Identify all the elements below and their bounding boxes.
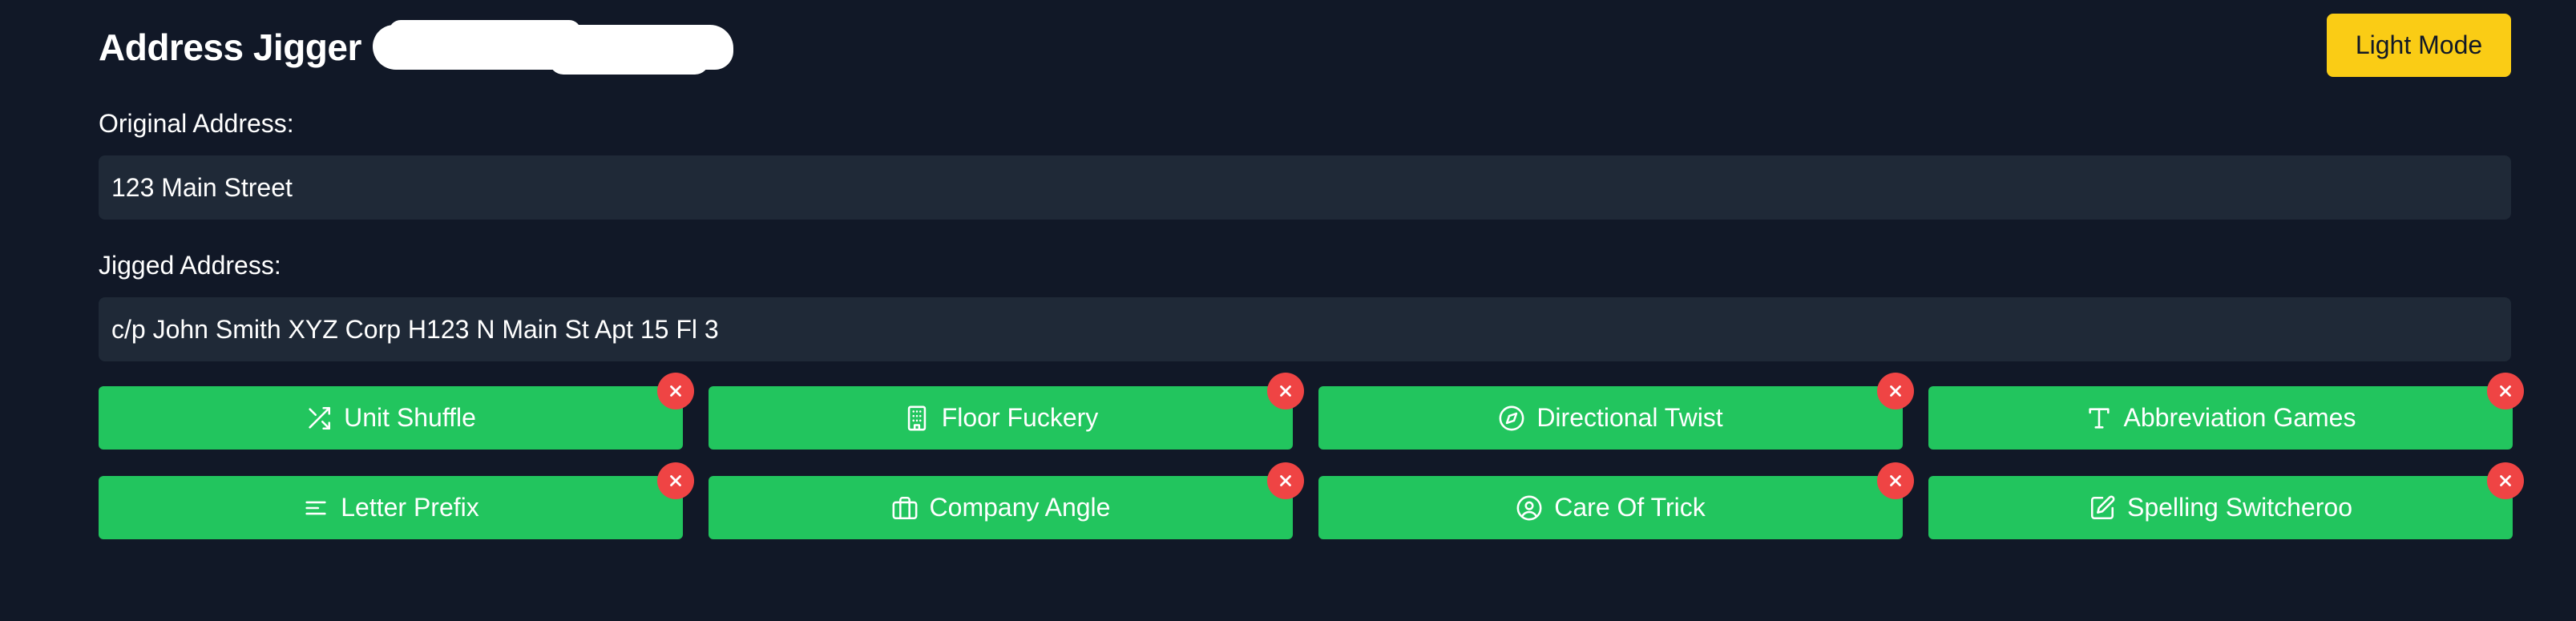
- technique-spelling-switcheroo: Spelling Switcheroo: [1928, 462, 2524, 539]
- close-icon: [2500, 475, 2511, 486]
- close-icon: [1890, 475, 1901, 486]
- technique-label: Unit Shuffle: [344, 403, 476, 432]
- original-address-input[interactable]: [99, 155, 2511, 220]
- care-of-trick-button[interactable]: Care Of Trick: [1318, 476, 1903, 539]
- remove-unit-shuffle-button[interactable]: [657, 373, 694, 409]
- technique-label: Letter Prefix: [341, 493, 479, 522]
- close-icon: [670, 385, 681, 397]
- close-icon: [1280, 475, 1291, 486]
- technique-unit-shuffle: Unit Shuffle: [99, 373, 694, 450]
- technique-label: Care Of Trick: [1554, 493, 1706, 522]
- company-angle-button[interactable]: Company Angle: [709, 476, 1293, 539]
- floor-fuckery-button[interactable]: Floor Fuckery: [709, 386, 1293, 450]
- building-icon: [903, 405, 931, 432]
- address-jigger-page: Address Jigger Light Mode Original Addre…: [0, 0, 2576, 621]
- header: Address Jigger: [99, 19, 733, 75]
- jigged-address-label: Jigged Address:: [99, 251, 281, 280]
- original-address-label: Original Address:: [99, 109, 294, 138]
- remove-directional-twist-button[interactable]: [1877, 373, 1914, 409]
- remove-spelling-switcheroo-button[interactable]: [2487, 462, 2524, 499]
- close-icon: [2500, 385, 2511, 397]
- remove-floor-fuckery-button[interactable]: [1267, 373, 1304, 409]
- technique-letter-prefix: Letter Prefix: [99, 462, 694, 539]
- remove-company-angle-button[interactable]: [1267, 462, 1304, 499]
- technique-directional-twist: Directional Twist: [1318, 373, 1914, 450]
- light-mode-button[interactable]: Light Mode: [2327, 14, 2511, 77]
- technique-label: Spelling Switcheroo: [2126, 493, 2353, 522]
- type-icon: [2085, 405, 2113, 432]
- align-left-icon: [302, 494, 329, 522]
- technique-label: Company Angle: [929, 493, 1111, 522]
- edit-icon: [2089, 494, 2116, 522]
- technique-care-of-trick: Care Of Trick: [1318, 462, 1914, 539]
- remove-abbreviation-games-button[interactable]: [2487, 373, 2524, 409]
- abbreviation-games-button[interactable]: Abbreviation Games: [1928, 386, 2513, 450]
- technique-buttons: Unit Shuffle Floor Fuckery Directional T…: [99, 373, 2524, 539]
- technique-floor-fuckery: Floor Fuckery: [709, 373, 1304, 450]
- remove-letter-prefix-button[interactable]: [657, 462, 694, 499]
- technique-label: Directional Twist: [1536, 403, 1723, 432]
- technique-company-angle: Company Angle: [709, 462, 1304, 539]
- remove-care-of-trick-button[interactable]: [1877, 462, 1914, 499]
- letter-prefix-button[interactable]: Letter Prefix: [99, 476, 683, 539]
- close-icon: [1280, 385, 1291, 397]
- technique-label: Floor Fuckery: [941, 403, 1099, 432]
- technique-label: Abbreviation Games: [2123, 403, 2356, 432]
- close-icon: [1890, 385, 1901, 397]
- jigged-address-output[interactable]: [99, 297, 2511, 361]
- shuffle-icon: [305, 405, 333, 432]
- briefcase-icon: [891, 494, 919, 522]
- page-title: Address Jigger: [99, 26, 361, 68]
- user-circle-icon: [1516, 494, 1543, 522]
- unit-shuffle-button[interactable]: Unit Shuffle: [99, 386, 683, 450]
- directional-twist-button[interactable]: Directional Twist: [1318, 386, 1903, 450]
- close-icon: [670, 475, 681, 486]
- compass-icon: [1498, 405, 1525, 432]
- spelling-switcheroo-button[interactable]: Spelling Switcheroo: [1928, 476, 2513, 539]
- redaction-mark: [372, 20, 733, 75]
- technique-abbreviation-games: Abbreviation Games: [1928, 373, 2524, 450]
